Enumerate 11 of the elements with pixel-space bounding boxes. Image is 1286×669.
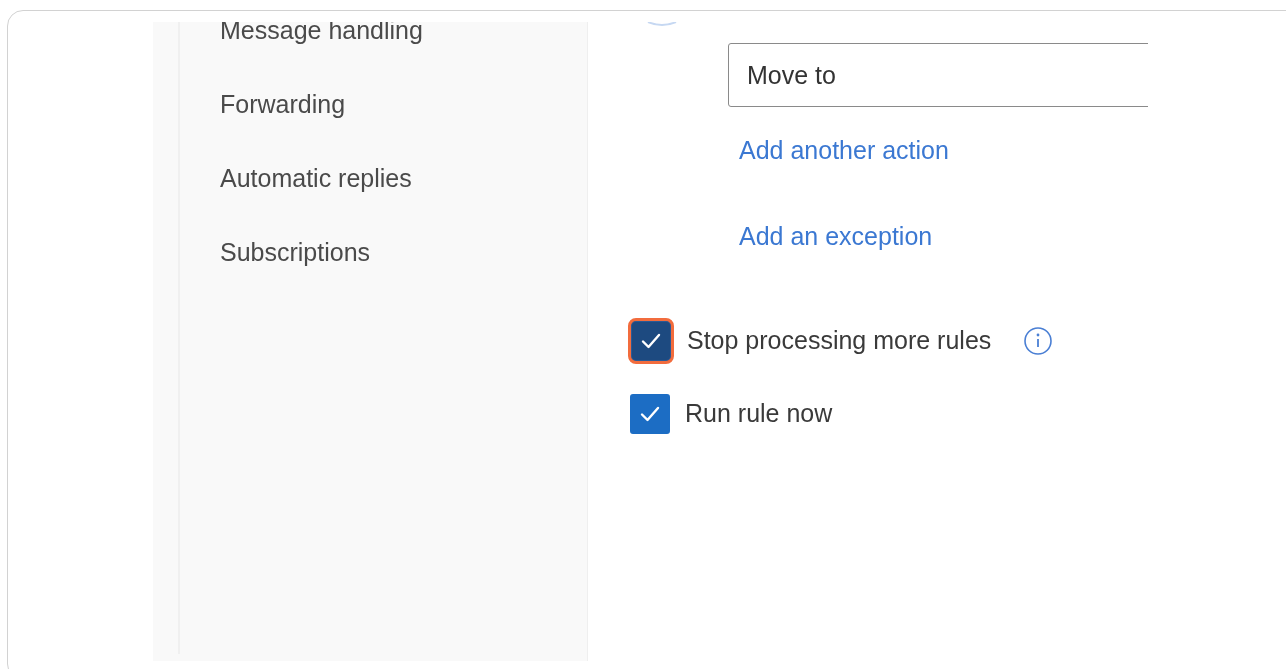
sidebar-item[interactable]: Forwarding xyxy=(220,89,587,119)
sidebar-item[interactable]: Automatic replies xyxy=(220,163,587,193)
checkbox-label: Stop processing more rules xyxy=(687,325,992,357)
link[interactable]: Add another action xyxy=(739,135,949,165)
checkbox[interactable] xyxy=(628,318,674,364)
action-field[interactable]: Move to xyxy=(728,43,1148,107)
sidebar-item[interactable]: Subscriptions xyxy=(220,237,587,267)
checkbox-label: Run rule now xyxy=(685,398,833,430)
checkbox[interactable] xyxy=(630,394,670,434)
link[interactable]: Add an exception xyxy=(739,221,933,251)
info-icon[interactable] xyxy=(1023,326,1054,356)
